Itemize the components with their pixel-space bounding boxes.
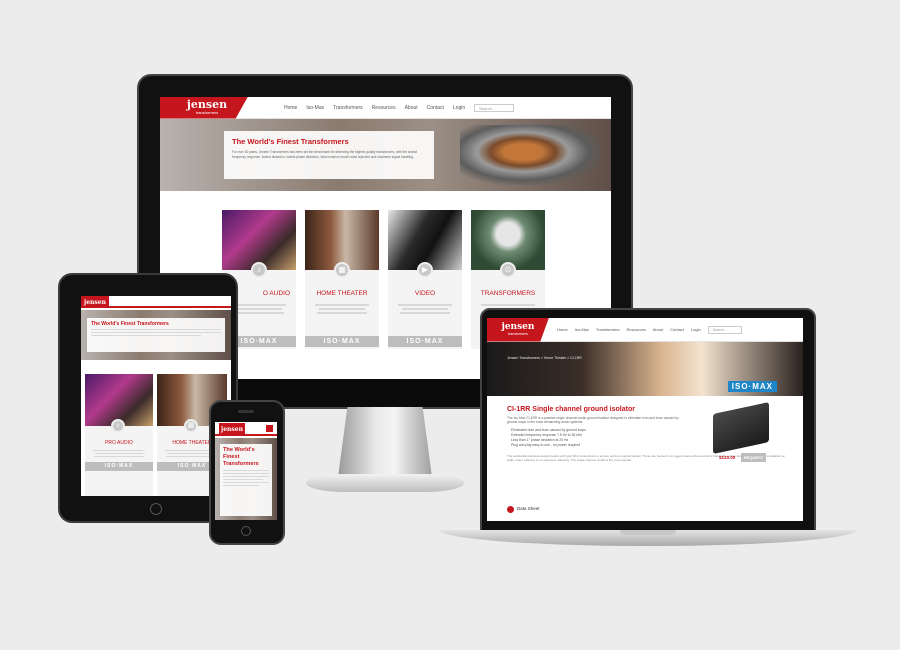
nav-contact[interactable]: Contact [670, 327, 684, 332]
tile-image [471, 210, 545, 270]
breadcrumb: Jensen Transformers > Home Theater > CI-… [507, 356, 582, 360]
hero-banner: The World's Finest Transformers For over… [160, 119, 611, 191]
tablet-home-button[interactable] [150, 503, 162, 515]
tile-icon: ♪ [111, 419, 125, 433]
tablet-tile-pro-audio[interactable]: ♪ PRO AUDIO ISO·MAX [85, 374, 153, 496]
hero-title: The World's Finest Transformers [232, 137, 349, 146]
tile-title: PRO AUDIO [105, 440, 133, 446]
tile-icon: ♪ [251, 262, 267, 278]
laptop-notch [620, 530, 676, 535]
phone-logo[interactable]: jensen [219, 423, 245, 435]
monitor-stand-base [306, 474, 464, 492]
tablet-hero-title: The World's Finest Transformers [91, 321, 169, 327]
nav-about[interactable]: About [653, 327, 663, 332]
product-price: $120.00 [719, 455, 736, 460]
tile-badge: ISO·MAX [388, 336, 462, 347]
phone-speaker [238, 410, 254, 413]
phone-hero-card: The World's Finest Transformers [220, 444, 272, 516]
laptop-logo[interactable]: jensen transformers [487, 318, 549, 342]
tile-icon: ▦ [184, 419, 198, 433]
phone-logo-text: jensen [221, 425, 243, 433]
product-photo [713, 402, 769, 454]
tile-badge: ISO·MAX [85, 462, 153, 471]
product-banner: Jensen Transformers > Home Theater > CI-… [487, 342, 803, 396]
logo-subtext: transformers [195, 110, 219, 115]
tablet-logo[interactable]: jensen [81, 296, 109, 308]
tile-icon: ▦ [334, 262, 350, 278]
tile-image [388, 210, 462, 270]
nav-login[interactable]: Login [691, 327, 701, 332]
laptop-navbar: jensen transformers Home Iso-Max Transfo… [487, 318, 803, 342]
nav-iso-max[interactable]: Iso-Max [306, 105, 324, 111]
nav-resources[interactable]: Resources [372, 105, 396, 111]
monitor-stand [338, 407, 432, 477]
iso-max-banner-logo: ISO·MAX [727, 381, 777, 392]
data-sheet-link[interactable]: Data Sheet [517, 506, 540, 511]
phone-hero-title: The World's Finest Transformers [223, 447, 259, 467]
phone-header: jensen [215, 422, 277, 436]
phone-hero: The World's Finest Transformers [215, 438, 277, 520]
nav-home[interactable]: Home [284, 105, 297, 111]
nav-transformers[interactable]: Transformers [333, 105, 363, 111]
hero-text: For over 30 years, Jensen Transformers h… [232, 150, 417, 159]
feature-list: Eliminates hum and buzz caused by ground… [511, 428, 691, 448]
nav-contact[interactable]: Contact [427, 105, 444, 111]
tile-badge: ISO·MAX [305, 336, 379, 347]
menu-icon[interactable] [266, 425, 273, 432]
site-logo[interactable]: jensen transformers [160, 97, 248, 119]
tile-image [305, 210, 379, 270]
nav-login[interactable]: Login [453, 105, 465, 111]
tile-text [85, 448, 153, 459]
tablet-hero: The World's Finest Transformers [81, 310, 231, 360]
feature-item: Plug and play easy to use - no power req… [511, 443, 581, 447]
product-intro: The Iso-Max CI-1RR is a passive single c… [507, 416, 679, 425]
search-input[interactable]: Search... [707, 325, 742, 334]
site-navbar: jensen transformers Home Iso-Max Transfo… [160, 97, 611, 119]
nav-home[interactable]: Home [557, 327, 568, 332]
tile-icon: ⊙ [500, 262, 516, 278]
phone-screen: jensen The World's Finest Transformers [215, 422, 277, 520]
product-title: CI-1RR Single channel ground isolator [507, 406, 635, 413]
laptop-screen: jensen transformers Home Iso-Max Transfo… [487, 318, 803, 521]
nav-transformers[interactable]: Transformers [596, 327, 620, 332]
request-button[interactable]: REQUEST [741, 453, 767, 462]
tile-text [388, 302, 462, 316]
logo-text: jensen [186, 98, 228, 111]
laptop-logo-sub: transformers [508, 332, 528, 336]
nav-resources[interactable]: Resources [627, 327, 646, 332]
search-input[interactable]: Search... [474, 103, 515, 112]
nav-about[interactable]: About [405, 105, 418, 111]
tile-text [305, 302, 379, 316]
tablet-hero-card: The World's Finest Transformers [87, 318, 225, 352]
tile-video[interactable]: ▶ VIDEO ISO·MAX [388, 210, 462, 349]
laptop-logo-text: jensen [501, 322, 535, 332]
nav-iso-max[interactable]: Iso-Max [575, 327, 589, 332]
transformer-photo [460, 125, 600, 185]
tile-title: HOME THEATER [316, 290, 368, 297]
tile-title: VIDEO [414, 290, 436, 297]
tile-image [222, 210, 296, 270]
tablet-header: jensen [81, 296, 231, 308]
tile-title: TRANSFORMERS [480, 290, 536, 297]
pdf-icon [507, 506, 514, 513]
tablet-logo-text: jensen [84, 298, 106, 306]
tile-home-theater[interactable]: ▦ HOME THEATER ISO·MAX [305, 210, 379, 349]
tile-icon: ▶ [417, 262, 433, 278]
phone-home-button[interactable] [241, 526, 251, 536]
hero-card: The World's Finest Transformers For over… [224, 131, 434, 179]
